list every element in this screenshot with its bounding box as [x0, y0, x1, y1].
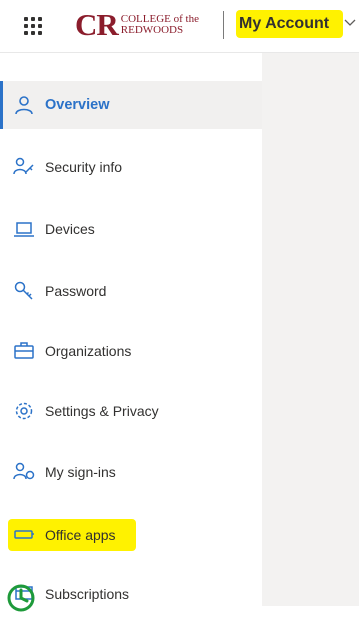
nav-label-password: Password — [45, 283, 107, 299]
main-content-area — [262, 53, 359, 606]
top-bar: CR COLLEGE of the REDWOODS My Account — [0, 0, 359, 53]
side-navigation: Overview Security info Devices Password … — [0, 53, 262, 606]
logo-mark: CR — [75, 7, 119, 42]
sign-ins-icon — [13, 462, 35, 480]
account-title[interactable]: My Account — [236, 10, 343, 38]
logo-wordmark: COLLEGE of the REDWOODS — [121, 14, 199, 36]
security-info-icon — [13, 157, 34, 175]
gear-icon — [15, 402, 33, 420]
nav-item-devices[interactable]: Devices — [0, 205, 262, 253]
nav-label-subscriptions: Subscriptions — [45, 586, 130, 602]
college-logo[interactable]: CR COLLEGE of the REDWOODS — [75, 9, 199, 41]
briefcase-icon — [14, 342, 34, 359]
nav-label-overview: Overview — [45, 97, 110, 113]
nav-label-organizations: Organizations — [45, 343, 132, 359]
nav-item-subscriptions[interactable]: Subscriptions — [0, 570, 262, 618]
nav-item-password[interactable]: Password — [0, 267, 262, 315]
nav-label-settings-privacy: Settings & Privacy — [45, 403, 159, 419]
app-launcher-icon[interactable] — [24, 17, 42, 35]
laptop-icon — [14, 222, 34, 237]
nav-label-devices: Devices — [45, 221, 95, 237]
nav-item-my-sign-ins[interactable]: My sign-ins — [0, 448, 262, 496]
nav-item-security-info[interactable]: Security info — [0, 143, 262, 191]
key-icon — [14, 281, 33, 300]
nav-label-office-apps: Office apps — [45, 527, 116, 543]
nav-item-overview[interactable]: Overview — [0, 81, 262, 129]
header-divider — [223, 11, 224, 39]
nav-label-security-info: Security info — [45, 159, 123, 175]
person-icon — [15, 96, 33, 115]
nav-item-office-apps[interactable]: Office apps — [0, 511, 262, 559]
logo-line-2: REDWOODS — [120, 24, 184, 36]
chevron-down-icon[interactable] — [344, 16, 356, 28]
nav-item-organizations[interactable]: Organizations — [0, 327, 262, 375]
office-apps-icon — [14, 530, 34, 539]
nav-label-my-sign-ins: My sign-ins — [45, 464, 116, 480]
nav-item-settings-privacy[interactable]: Settings & Privacy — [0, 387, 262, 435]
loading-spinner-icon — [7, 584, 35, 612]
